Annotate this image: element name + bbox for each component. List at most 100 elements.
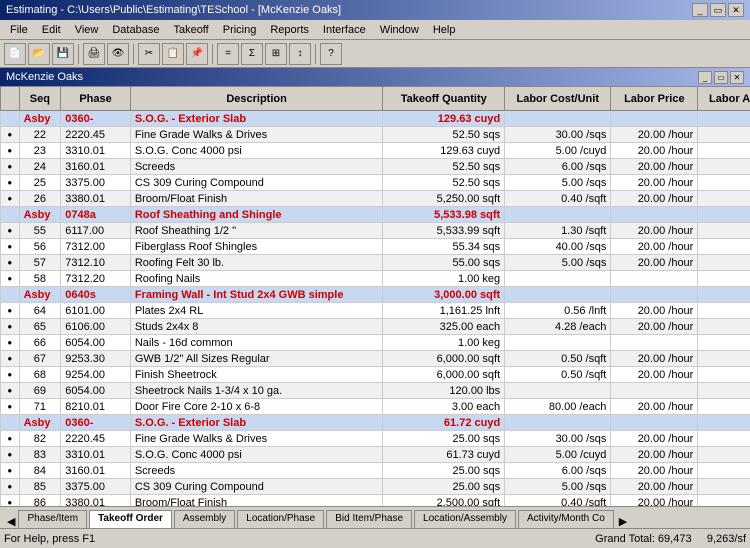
row-laborcost: 0.56 /lnft [505, 303, 611, 319]
row-laborprice [611, 207, 698, 223]
table-row[interactable]: ● 83 3310.01 S.O.G. Conc 4000 psi 61.73 … [1, 447, 750, 463]
row-laborcost [505, 335, 611, 351]
filter-button[interactable]: ⊞ [265, 43, 287, 65]
tab-scroll-right[interactable]: ▶ [616, 515, 630, 528]
tab-assembly[interactable]: Assembly [174, 510, 235, 528]
col-header-laborcost[interactable]: Labor Cost/Unit [505, 87, 611, 111]
row-laborprice: 20.00 /hour [611, 175, 698, 191]
table-row[interactable]: ● 71 8210.01 Door Fire Core 2-10 x 6-8 3… [1, 399, 750, 415]
row-seq: Asby [19, 415, 61, 431]
table-row[interactable]: Asby 0360- S.O.G. - Exterior Slab 129.63… [1, 111, 750, 127]
menu-interface[interactable]: Interface [317, 23, 372, 37]
save-button[interactable]: 💾 [52, 43, 74, 65]
window-title: Estimating - C:\Users\Public\Estimating\… [6, 4, 341, 16]
sort-button[interactable]: ↕ [289, 43, 311, 65]
table-row[interactable]: ● 25 3375.00 CS 309 Curing Compound 52.5… [1, 175, 750, 191]
table-row[interactable]: ● 57 7312.10 Roofing Felt 30 lb. 55.00 s… [1, 255, 750, 271]
table-row[interactable]: ● 56 7312.00 Fiberglass Roof Shingles 55… [1, 239, 750, 255]
row-laborcost: 0.50 /sqft [505, 351, 611, 367]
tab-scroll-left[interactable]: ◀ [4, 515, 18, 528]
row-desc: Finish Sheetrock [130, 367, 383, 383]
row-phase: 3380.01 [61, 495, 131, 507]
row-desc: Screeds [130, 463, 383, 479]
table-row[interactable]: Asby 0360- S.O.G. - Exterior Slab 61.72 … [1, 415, 750, 431]
row-laborprice: 20.00 /hour [611, 495, 698, 507]
inner-restore[interactable]: ▭ [714, 71, 728, 84]
row-laborcost: 0.40 /sqft [505, 191, 611, 207]
copy-button[interactable]: 📋 [162, 43, 184, 65]
grand-total: Grand Total: 69,473 9,263/sf [595, 533, 746, 545]
calc-button[interactable]: = [217, 43, 239, 65]
sum-button[interactable]: Σ [241, 43, 263, 65]
new-button[interactable]: 📄 [4, 43, 26, 65]
data-table-container[interactable]: Seq Phase Description Takeoff Quantity L… [0, 86, 750, 506]
row-laboramt: 1,392 [698, 319, 750, 335]
table-row[interactable]: ● 65 6106.00 Studs 2x4x 8 325.00 each 4.… [1, 319, 750, 335]
help-button[interactable]: ? [320, 43, 342, 65]
row-laborcost: 5.00 /sqs [505, 255, 611, 271]
print-button[interactable]: 🖨 [83, 43, 105, 65]
cut-button[interactable]: ✂ [138, 43, 160, 65]
table-row[interactable]: ● 26 3380.01 Broom/Float Finish 5,250.00… [1, 191, 750, 207]
tab-phase-item[interactable]: Phase/Item [18, 510, 87, 528]
row-laborcost [505, 111, 611, 127]
table-row[interactable]: ● 24 3160.01 Screeds 52.50 sqs 6.00 /sqs… [1, 159, 750, 175]
row-laboramt: 648 [698, 143, 750, 159]
menu-window[interactable]: Window [374, 23, 425, 37]
minimize-button[interactable]: _ [692, 3, 708, 17]
tab-bid-item-phase[interactable]: Bid Item/Phase [326, 510, 412, 528]
row-desc: CS 309 Curing Compound [130, 479, 383, 495]
table-row[interactable]: ● 22 2220.45 Fine Grade Walks & Drives 5… [1, 127, 750, 143]
close-button[interactable]: ✕ [728, 3, 744, 17]
col-header-laboramt[interactable]: Labor Amount [698, 87, 750, 111]
open-button[interactable]: 📂 [28, 43, 50, 65]
row-icon: ● [1, 127, 20, 143]
menu-pricing[interactable]: Pricing [217, 23, 263, 37]
table-row[interactable]: ● 55 6117.00 Roof Sheathing 1/2 " 5,533.… [1, 223, 750, 239]
table-row[interactable]: ● 66 6054.00 Nails - 16d common 1.00 keg… [1, 335, 750, 351]
menu-view[interactable]: View [69, 23, 105, 37]
menu-help[interactable]: Help [427, 23, 462, 37]
table-row[interactable]: ● 86 3380.01 Broom/Float Finish 2,500.00… [1, 495, 750, 507]
row-seq: 69 [19, 383, 61, 399]
table-row[interactable]: ● 84 3160.01 Screeds 25.00 sqs 6.00 /sqs… [1, 463, 750, 479]
menu-file[interactable]: File [4, 23, 34, 37]
table-row[interactable]: Asby 0748a Roof Sheathing and Shingle 5,… [1, 207, 750, 223]
row-laboramt: 1,575 [698, 127, 750, 143]
row-laborcost: 5.00 /sqs [505, 479, 611, 495]
table-row[interactable]: Asby 0640s Framing Wall - Int Stud 2x4 G… [1, 287, 750, 303]
tab-takeoff-order[interactable]: Takeoff Order [89, 510, 172, 528]
tab-location-phase[interactable]: Location/Phase [237, 510, 324, 528]
row-desc: Plates 2x4 RL [130, 303, 383, 319]
row-desc: Broom/Float Finish [130, 495, 383, 507]
col-header-laborprice[interactable]: Labor Price [611, 87, 698, 111]
preview-button[interactable]: 👁 [107, 43, 129, 65]
row-seq: 64 [19, 303, 61, 319]
row-icon: ● [1, 367, 20, 383]
table-row[interactable]: ● 68 9254.00 Finish Sheetrock 6,000.00 s… [1, 367, 750, 383]
inner-close[interactable]: ✕ [730, 71, 744, 84]
menu-edit[interactable]: Edit [36, 23, 67, 37]
menu-takeoff[interactable]: Takeoff [167, 23, 214, 37]
tab-activity-month[interactable]: Activity/Month Co [518, 510, 614, 528]
table-row[interactable]: ● 23 3310.01 S.O.G. Conc 4000 psi 129.63… [1, 143, 750, 159]
table-row[interactable]: ● 67 9253.30 GWB 1/2" All Sizes Regular … [1, 351, 750, 367]
menu-database[interactable]: Database [106, 23, 165, 37]
col-header-seq[interactable]: Seq [19, 87, 61, 111]
table-row[interactable]: ● 58 7312.20 Roofing Nails 1.00 keg 50.0… [1, 271, 750, 287]
table-row[interactable]: ● 69 6054.00 Sheetrock Nails 1-3/4 x 10 … [1, 383, 750, 399]
table-row[interactable]: ● 82 2220.45 Fine Grade Walks & Drives 2… [1, 431, 750, 447]
col-header-phase[interactable]: Phase [61, 87, 131, 111]
tab-location-assembly[interactable]: Location/Assembly [414, 510, 516, 528]
restore-button[interactable]: ▭ [710, 3, 726, 17]
row-laboramt: 3,000 [698, 351, 750, 367]
menu-reports[interactable]: Reports [264, 23, 315, 37]
table-row[interactable]: ● 64 6101.00 Plates 2x4 RL 1,161.25 lnft… [1, 303, 750, 319]
inner-minimize[interactable]: _ [698, 71, 712, 84]
paste-button[interactable]: 📌 [186, 43, 208, 65]
row-seq: 56 [19, 239, 61, 255]
table-row[interactable]: ● 85 3375.00 CS 309 Curing Compound 25.0… [1, 479, 750, 495]
col-header-desc[interactable]: Description [130, 87, 383, 111]
row-takeoff: 1,161.25 lnft [383, 303, 505, 319]
col-header-takeoff[interactable]: Takeoff Quantity [383, 87, 505, 111]
